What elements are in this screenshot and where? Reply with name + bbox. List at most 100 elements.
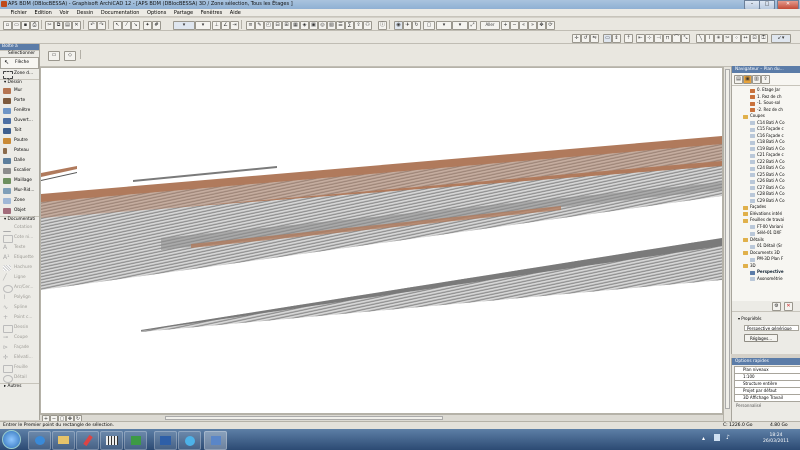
view-dropdown[interactable]: ▾ [436,21,452,30]
section-icon[interactable]: ⊟ [273,21,282,30]
lock-icon[interactable]: ⚿ [759,34,768,43]
new-icon[interactable]: ▫ [3,21,12,30]
tool-fill[interactable]: Hachure [0,263,39,273]
tool-curtain-wall[interactable]: Mur-Rid... [0,186,39,196]
goto-dropdown[interactable]: Aller [480,21,500,30]
view-mode-icon[interactable]: ▢ [423,21,435,30]
teamwork-icon[interactable]: ⚇ [363,21,372,30]
worksheet-icon[interactable]: ▧ [327,21,336,30]
tray-arrow-icon[interactable]: ▴ [702,435,705,442]
zoom-in-icon[interactable]: + [501,21,510,30]
taskbar-ie-icon[interactable] [28,431,51,450]
tool-slab[interactable]: Dalle [0,156,39,166]
adjust-icon[interactable]: ⊣ [654,34,663,43]
explore-icon[interactable]: ◉ [394,21,403,30]
quick-option-3d-display[interactable]: 3D Affichage Travail [734,394,800,402]
undo-icon[interactable]: ↶ [88,21,97,30]
navigator-header[interactable]: Navigateur – Plan du... [732,66,800,73]
tool-mesh[interactable]: Maillage [0,176,39,186]
vertical-scrollbar[interactable] [723,67,731,421]
select-section[interactable]: Sélectionner [0,50,39,57]
more-tools-dropdown[interactable]: ↙▾ [771,34,791,43]
start-button[interactable] [2,430,21,449]
mirror-icon[interactable]: ⇋ [590,34,599,43]
tool-opening[interactable]: Ouvert... [0,116,39,126]
menu-options[interactable]: Options [144,9,169,17]
tool-arrow[interactable]: ↖ Flèche [0,57,39,69]
menu-voir[interactable]: Voir [56,9,72,17]
offset-icon[interactable]: ⇥ [230,21,239,30]
group-icon[interactable]: ⊡ [750,34,759,43]
taskbar-pen-icon[interactable] [76,431,99,450]
floor-plan-icon[interactable]: ▦ [291,21,300,30]
tool-line[interactable]: ╱ Ligne [0,273,39,283]
tool-dimension[interactable]: Cotation [0,223,39,233]
layout-icon[interactable]: ▣ [309,21,318,30]
3d-viewport[interactable] [40,67,723,414]
fillet-icon[interactable]: ⌒ [672,34,681,43]
tool-arc[interactable]: Arc/Cer... [0,283,39,293]
fit-icon[interactable]: ⤢ [468,21,477,30]
menu-fenetres[interactable]: Fenêtres [198,9,226,17]
calc-icon[interactable]: ∑ [345,21,354,30]
zoom-previous-icon[interactable]: « [519,21,528,30]
tool-beam[interactable]: Poutre [0,136,39,146]
layer-icon[interactable]: ≡ [246,21,255,30]
horizontal-scrollbar[interactable] [165,416,443,420]
line-tool-icon[interactable]: ╲ [696,34,705,43]
project-map-icon[interactable]: ▤ [734,75,743,84]
tool-polyline[interactable]: ⌇ Polylign [0,293,39,303]
taskbar-archicad-active-icon[interactable] [204,431,227,450]
tool-spline[interactable]: ∿ Spline [0,303,39,313]
info-icon[interactable]: ⓘ [378,21,387,30]
paste-icon[interactable]: ▤ [63,21,72,30]
pan-icon[interactable]: ✥ [537,21,546,30]
settings-button[interactable]: Réglages... [744,334,778,342]
more-section[interactable]: ▸ Autres [0,383,39,390]
3d-window-icon[interactable]: ◈ [300,21,309,30]
ortho-icon[interactable]: ⊥ [212,21,221,30]
tool-drawing[interactable]: Dessin [0,323,39,333]
tool-wall[interactable]: Mur [0,86,39,96]
taskbar-browser-icon[interactable] [178,431,201,450]
pointer-icon[interactable]: ↖ [113,21,122,30]
menu-edition[interactable]: Edition [32,9,55,17]
pen-set-icon[interactable]: ✎ [255,21,264,30]
save-icon[interactable]: ▪ [21,21,30,30]
documentation-section[interactable]: ▾ Documentati [0,216,39,223]
cut-icon[interactable]: ✂ [45,21,54,30]
settings-small-icon[interactable]: ⚙ [772,302,781,311]
intersect-icon[interactable]: ⊓ [663,34,672,43]
tool-hotspot[interactable]: + Point c... [0,313,39,323]
taskbar-library-icon[interactable] [100,431,123,450]
print-icon[interactable]: ⎙ [30,21,39,30]
menu-fichier[interactable]: Fichier [8,9,30,17]
redo-icon[interactable]: ↷ [97,21,106,30]
delete-icon[interactable]: ✕ [72,21,81,30]
drag-icon[interactable]: ⇕ [612,34,621,43]
menu-dessin[interactable]: Dessin [74,9,97,17]
taskbar-archicad-icon[interactable] [154,431,177,450]
zoom-out-icon[interactable]: − [510,21,519,30]
snap-dropdown[interactable]: ▾ [173,21,195,30]
menu-aide[interactable]: Aide [227,9,244,17]
stretch-icon[interactable]: ↔ [741,34,750,43]
orbit-icon[interactable]: ↻ [412,21,421,30]
copy-icon[interactable]: ⧉ [54,21,63,30]
rotate-icon[interactable]: ↺ [581,34,590,43]
marquee-icon[interactable]: ▭ [603,34,612,43]
magic-wand-icon[interactable]: ✦ [143,21,152,30]
tool-text[interactable]: A Texte [0,243,39,253]
split-icon[interactable]: ⊹ [645,34,654,43]
tool-elevation[interactable]: ⊳ Façade [0,343,39,353]
draw-section[interactable]: ▾ Dessin [0,79,39,86]
tool-stair[interactable]: Escalier [0,166,39,176]
tool-zone[interactable]: Zone [0,196,39,206]
view-icon[interactable]: ◰ [264,21,273,30]
navigator-item[interactable]: Axonométrie [732,276,800,283]
clock[interactable]: 18:24 26/03/2011 [758,433,794,445]
array-icon[interactable]: ⁘ [732,34,741,43]
detail-icon[interactable]: ◎ [318,21,327,30]
publisher-icon[interactable]: ⇪ [761,75,770,84]
guide-dropdown[interactable]: ▾ [195,21,211,30]
